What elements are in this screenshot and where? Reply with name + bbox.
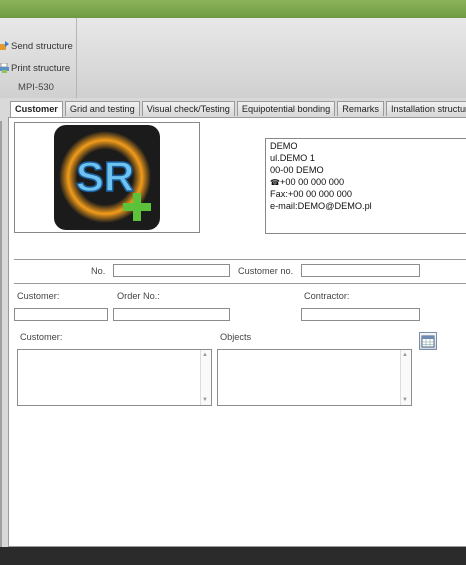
splitter-edge[interactable] xyxy=(0,121,2,547)
work-area: Customer Grid and testing Visual check/T… xyxy=(0,98,466,547)
address-card: DEMO ul.DEMO 1 00-00 DEMO ☎+00 00 000 00… xyxy=(265,138,466,234)
calendar-icon xyxy=(421,335,435,348)
title-bar xyxy=(0,0,466,18)
customer-notes-scrollbar[interactable]: ▲ ▼ xyxy=(200,350,211,405)
send-icon xyxy=(0,41,9,50)
objects-scrollbar[interactable]: ▲ ▼ xyxy=(400,350,411,405)
no-label: No. xyxy=(91,266,106,276)
customer-panel: SR DEMO ul.DEMO 1 00-00 DEMO ☎+00 00 000… xyxy=(8,117,466,547)
address-email: e-mail:DEMO@DEMO.pl xyxy=(270,201,372,211)
send-structure-button[interactable]: Send structure xyxy=(0,38,73,54)
divider-middle xyxy=(14,283,466,284)
scroll-down-icon: ▼ xyxy=(402,397,408,403)
tab-strip: Customer Grid and testing Visual check/T… xyxy=(10,101,466,117)
print-icon xyxy=(0,63,9,73)
tab-equipotential-bonding[interactable]: Equipotential bonding xyxy=(236,101,336,116)
scroll-down-icon: ▼ xyxy=(202,397,208,403)
ribbon-group-label: MPI-530 xyxy=(18,82,54,93)
objects-list-button[interactable] xyxy=(419,332,437,350)
order-no-input[interactable] xyxy=(113,308,230,321)
customer-no-input[interactable] xyxy=(301,264,420,277)
send-structure-label: Send structure xyxy=(11,40,73,52)
address-street: ul.DEMO 1 xyxy=(270,153,315,163)
no-input[interactable] xyxy=(113,264,230,277)
customer-label: Customer: xyxy=(17,291,60,301)
logo-frame[interactable]: SR xyxy=(14,122,200,233)
tab-remarks[interactable]: Remarks xyxy=(337,101,384,116)
address-fax: Fax:+00 00 000 000 xyxy=(270,189,352,199)
tab-customer[interactable]: Customer xyxy=(10,101,63,117)
objects-textarea[interactable]: ▲ ▼ xyxy=(217,349,412,406)
customer-input[interactable] xyxy=(14,308,108,321)
tab-visual-check[interactable]: Visual check/Testing xyxy=(141,101,235,116)
contractor-input[interactable] xyxy=(301,308,420,321)
address-phone-row: ☎+00 00 000 000 xyxy=(270,177,344,187)
ribbon: Send structure Print structure MPI-530 xyxy=(0,18,466,99)
customer-notes-label: Customer: xyxy=(20,332,63,342)
customer-notes-textarea[interactable]: ▲ ▼ xyxy=(17,349,212,406)
address-city: 00-00 DEMO xyxy=(270,165,324,175)
print-structure-button[interactable]: Print structure xyxy=(0,60,70,76)
contractor-label: Contractor: xyxy=(304,291,350,301)
status-bar xyxy=(0,547,466,565)
customer-no-label: Customer no. xyxy=(238,266,294,276)
print-structure-label: Print structure xyxy=(11,62,71,74)
objects-label: Objects xyxy=(220,332,252,342)
ribbon-group-mpi: Send structure Print structure MPI-530 xyxy=(0,18,77,98)
order-no-label: Order No.: xyxy=(117,291,160,301)
scroll-up-icon: ▲ xyxy=(402,352,408,358)
scroll-up-icon: ▲ xyxy=(202,352,208,358)
logo-text: SR xyxy=(76,153,134,200)
tab-grid-and-testing[interactable]: Grid and testing xyxy=(64,101,140,116)
sr-logo-icon: SR xyxy=(54,125,160,230)
tab-installation-structure[interactable]: Installation structure xyxy=(386,101,466,116)
address-name: DEMO xyxy=(270,141,298,151)
divider-top xyxy=(14,259,466,260)
address-phone: +00 00 000 000 xyxy=(279,177,345,187)
phone-icon: ☎ xyxy=(270,178,280,187)
